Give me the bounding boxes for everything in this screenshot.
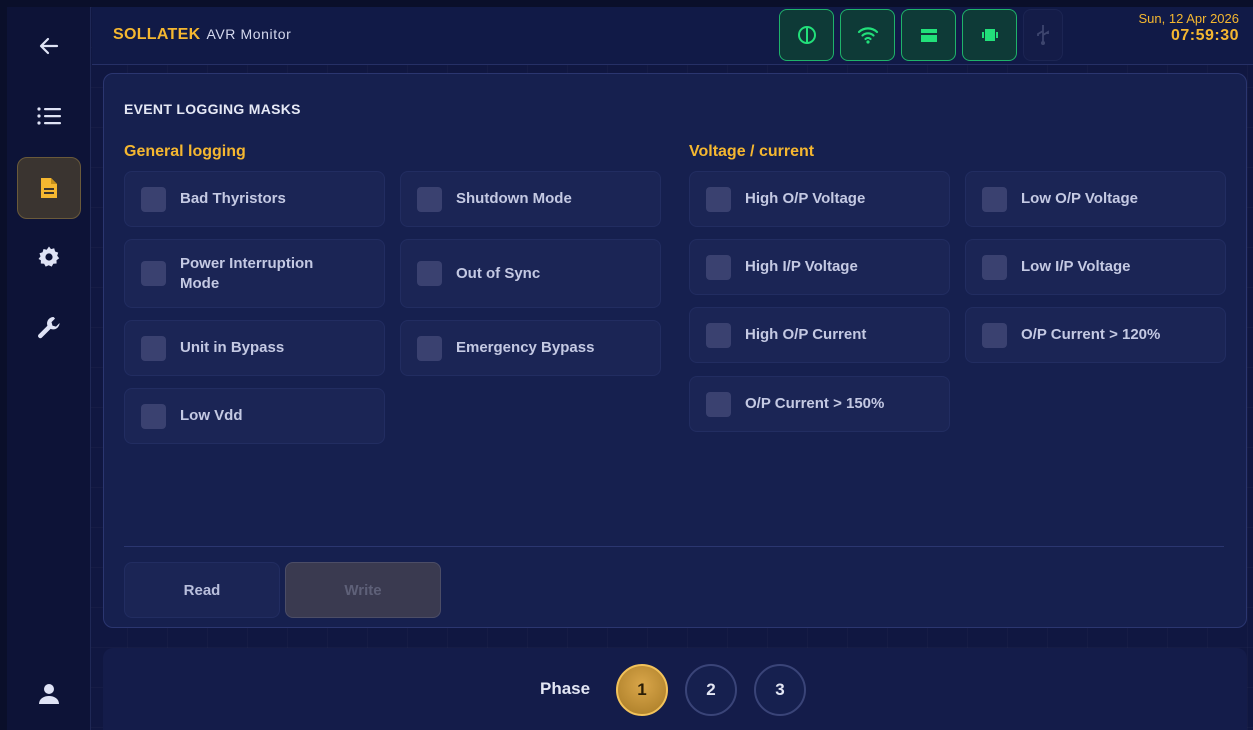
checkbox-box[interactable]	[417, 186, 442, 212]
checkbox-out-of-sync[interactable]: Out of Sync	[400, 239, 661, 308]
back-button[interactable]	[17, 15, 81, 77]
voltage-current-title: Voltage / current	[689, 143, 815, 160]
checkbox-label: Power Interruption Mode	[180, 254, 314, 292]
device-icon	[981, 29, 998, 41]
document-icon	[41, 178, 57, 198]
checkbox-emergency-bypass[interactable]: Emergency Bypass	[400, 320, 661, 376]
checkbox-box[interactable]	[141, 403, 166, 429]
checkbox-low-op-voltage[interactable]: Low O/P Voltage	[965, 171, 1226, 227]
phase-3-button[interactable]: 3	[754, 664, 806, 716]
general-logging-title: General logging	[124, 143, 246, 160]
phase-label: Phase	[540, 679, 591, 698]
checkbox-label: Bad Thyristors	[180, 190, 286, 207]
panel-title: EVENT LOGGING MASKS	[124, 101, 301, 117]
checkbox-box[interactable]	[141, 186, 166, 212]
wrench-icon	[38, 317, 60, 339]
user-button[interactable]	[17, 663, 81, 725]
checkbox-low-vdd[interactable]: Low Vdd	[124, 388, 385, 444]
back-arrow-icon	[39, 37, 59, 55]
checkbox-label: Unit in Bypass	[180, 339, 285, 356]
checkbox-box[interactable]	[706, 322, 731, 348]
checkbox-high-ip-voltage[interactable]: High I/P Voltage	[689, 239, 950, 295]
checkbox-op-current-120[interactable]: O/P Current > 120%	[965, 307, 1226, 363]
checkbox-label: Shutdown Mode	[456, 190, 572, 207]
checkbox-label: Low O/P Voltage	[1021, 190, 1138, 207]
checkbox-shutdown-mode[interactable]: Shutdown Mode	[400, 171, 661, 227]
device-status[interactable]	[962, 9, 1017, 61]
checkbox-high-op-current[interactable]: High O/P Current	[689, 307, 950, 363]
checkbox-label: Low I/P Voltage	[1021, 258, 1131, 275]
power-status[interactable]	[779, 9, 834, 61]
checkbox-op-current-150[interactable]: O/P Current > 150%	[689, 376, 950, 432]
checkbox-bad-thyristors[interactable]: Bad Thyristors	[124, 171, 385, 227]
gear-icon	[38, 246, 60, 267]
phase-1-button[interactable]: 1	[616, 664, 668, 716]
app-subtitle: AVR Monitor	[206, 26, 292, 42]
time-text: 07:59:30	[1170, 27, 1239, 44]
battery-icon	[920, 29, 937, 42]
usb-status[interactable]	[1023, 9, 1063, 61]
checkbox-box[interactable]	[982, 254, 1007, 280]
checkbox-box[interactable]	[417, 261, 442, 286]
date-text: Sun, 12 Apr 2026	[1138, 11, 1239, 26]
checkbox-box[interactable]	[141, 261, 166, 286]
checkbox-box[interactable]	[417, 335, 442, 361]
checkbox-box[interactable]	[706, 254, 731, 280]
phase-2-button[interactable]: 2	[685, 664, 737, 716]
sidebar-item-logging[interactable]	[17, 157, 81, 219]
checkbox-label: O/P Current > 120%	[1021, 326, 1161, 343]
checkbox-label: O/P Current > 150%	[745, 395, 885, 412]
read-button[interactable]: Read	[124, 562, 280, 618]
app-window: SOLLATEK AVR Monitor Sun, 12 Apr 2026 07…	[7, 7, 1253, 730]
sidebar-item-settings[interactable]	[17, 226, 81, 288]
brand-name: SOLLATEK	[113, 26, 201, 43]
phase-selector-bar: Phase 1 2 3	[103, 648, 1247, 730]
checkbox-label: High O/P Voltage	[745, 190, 866, 207]
checkbox-power-interruption-mode[interactable]: Power Interruption Mode	[124, 239, 385, 308]
checkbox-high-op-voltage[interactable]: High O/P Voltage	[689, 171, 950, 227]
user-icon	[39, 684, 59, 704]
app-title: SOLLATEK AVR Monitor	[113, 26, 291, 44]
checkbox-label: High I/P Voltage	[745, 258, 858, 275]
usb-icon	[1037, 25, 1049, 45]
write-button[interactable]: Write	[285, 562, 441, 618]
battery-status[interactable]	[901, 9, 956, 61]
checkbox-box[interactable]	[982, 186, 1007, 212]
power-icon	[797, 26, 816, 44]
status-icons	[779, 9, 1063, 61]
sidebar-item-list[interactable]	[17, 85, 81, 147]
sidebar-item-tools[interactable]	[17, 297, 81, 359]
header-bar: SOLLATEK AVR Monitor Sun, 12 Apr 2026 07…	[92, 7, 1253, 65]
checkbox-low-ip-voltage[interactable]: Low I/P Voltage	[965, 239, 1226, 295]
datetime: Sun, 12 Apr 2026 07:59:30	[1139, 11, 1239, 45]
divider	[124, 546, 1224, 547]
checkbox-label: High O/P Current	[745, 326, 867, 343]
sidebar	[7, 7, 91, 730]
checkbox-label: Emergency Bypass	[456, 339, 595, 356]
wifi-icon	[857, 27, 878, 44]
checkbox-unit-in-bypass[interactable]: Unit in Bypass	[124, 320, 385, 376]
checkbox-label: Out of Sync	[456, 264, 541, 282]
wifi-status[interactable]	[840, 9, 895, 61]
list-icon	[37, 107, 61, 125]
checkbox-box[interactable]	[982, 322, 1007, 348]
checkbox-box[interactable]	[706, 186, 731, 212]
checkbox-box[interactable]	[706, 391, 731, 417]
checkbox-label: Low Vdd	[180, 407, 243, 424]
event-logging-panel: EVENT LOGGING MASKS General logging Volt…	[103, 73, 1247, 628]
checkbox-box[interactable]	[141, 335, 166, 361]
